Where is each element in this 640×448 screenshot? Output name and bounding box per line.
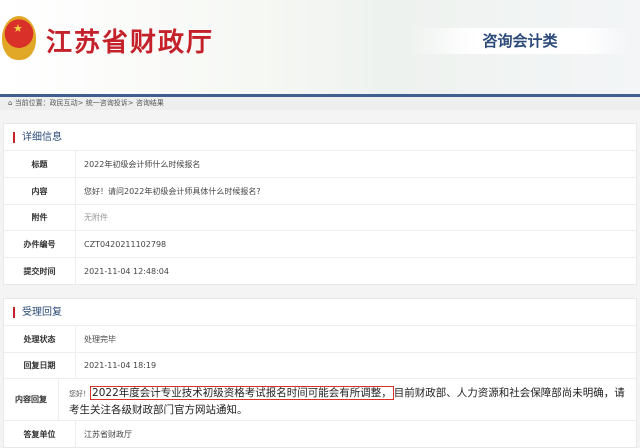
- table-row: 内容回复 您好！ 2022年度会计专业技术初级资格考试报名时间可能会有所调整， 目前…: [4, 379, 636, 421]
- table-row: 答复单位 江苏省财政厅: [4, 421, 636, 448]
- reply-section: 受理回复 处理状态 处理完毕 回复日期 2021-11-04 18:19 内容回复 …: [3, 298, 637, 448]
- table-row: 附件 无附件: [4, 205, 636, 231]
- table-row: 内容 您好！请问2022年初级会计师具体什么时候报名?: [4, 178, 636, 205]
- table-row: 回复日期 2021-11-04 18:19: [4, 353, 636, 379]
- reply-content: 您好！ 2022年度会计专业技术初级资格考试报名时间可能会有所调整， 目前财政部、人…: [69, 386, 625, 416]
- detail-section: 详细信息 标题 2022年初级会计师什么时候报名 内容 您好！请问2022年初级会计…: [3, 123, 637, 285]
- breadcrumb-text[interactable]: 当前位置：政民互动> 统一咨询投诉> 咨询结果: [15, 99, 164, 107]
- table-row: 处理状态 处理完毕: [4, 326, 636, 353]
- breadcrumb: ⌂ 当前位置：政民互动> 统一咨询投诉> 咨询结果: [0, 97, 640, 110]
- site-header: ★ 江苏省财政厅 咨询会计类: [0, 0, 640, 97]
- table-row: 提交时间 2021-11-04 12:48:04: [4, 258, 636, 285]
- site-title[interactable]: 江苏省财政厅: [46, 22, 214, 59]
- section-title: 详细信息: [4, 124, 636, 151]
- table-row: 标题 2022年初级会计师什么时候报名: [4, 151, 636, 178]
- category-title: 咨询会计类: [410, 28, 630, 54]
- table-row: 办件编号 CZT0420211102798: [4, 231, 636, 258]
- home-icon: ⌂: [8, 99, 13, 107]
- national-emblem-icon: ★: [2, 16, 36, 60]
- highlighted-text: 2022年度会计专业技术初级资格考试报名时间可能会有所调整，: [90, 386, 394, 400]
- section-title: 受理回复: [4, 299, 636, 326]
